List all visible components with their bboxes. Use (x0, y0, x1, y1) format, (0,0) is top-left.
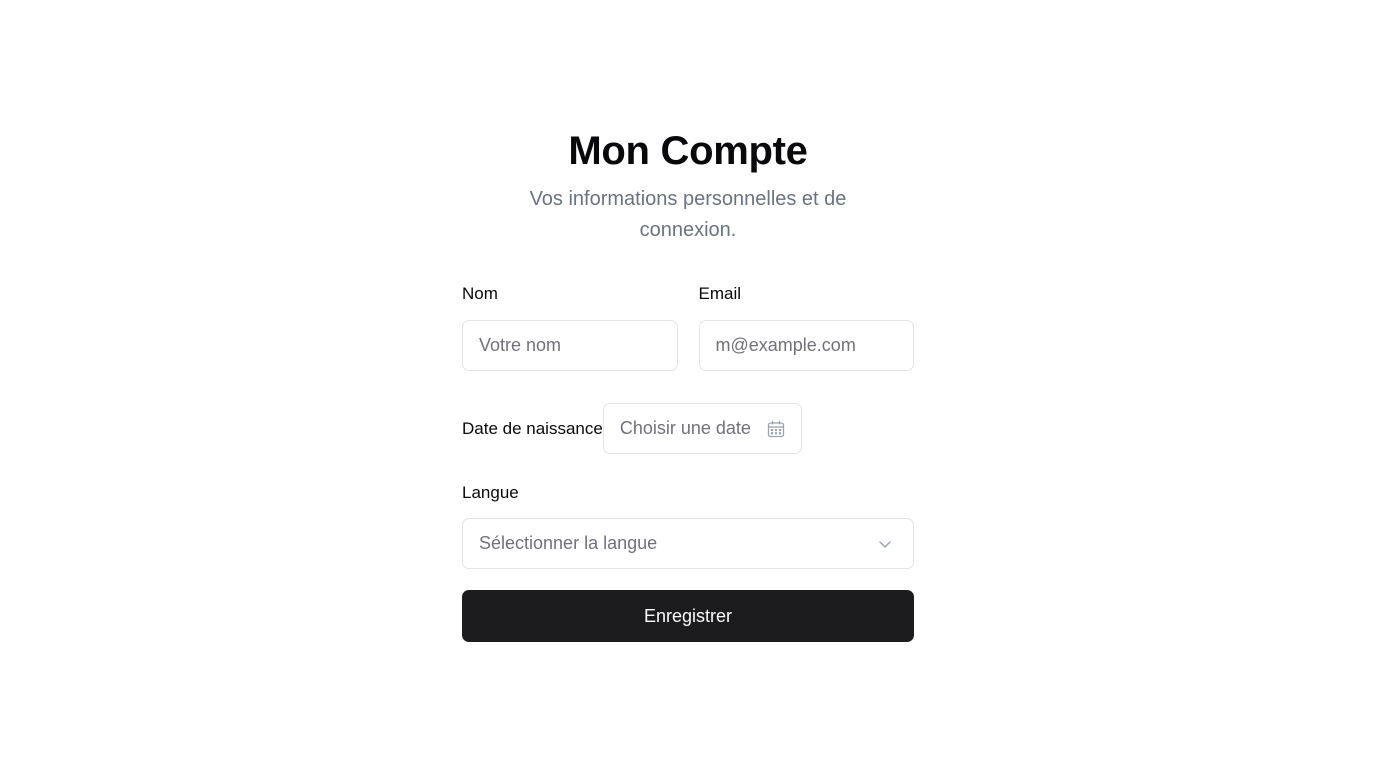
language-select[interactable]: Sélectionner la langue (462, 518, 914, 569)
name-field-group: Nom Votre nom (462, 283, 678, 371)
page-title: Mon Compte (568, 129, 808, 173)
birthdate-label: Date de naissance (462, 418, 603, 438)
chevron-down-icon (877, 536, 893, 552)
date-picker-button[interactable]: Choisir une date (602, 403, 802, 454)
calendar-icon (767, 420, 785, 438)
birthdate-row: Date de naissance Choisir une date (462, 403, 914, 454)
date-picker-text: Choisir une date (619, 418, 751, 438)
page-subtitle: Vos informations personnelles et de conn… (529, 188, 847, 241)
save-button[interactable]: Enregistrer (462, 590, 914, 642)
language-select-placeholder: Sélectionner la langue (479, 533, 658, 553)
name-input[interactable]: Votre nom (462, 320, 678, 371)
email-input[interactable]: m@example.com (698, 320, 914, 371)
name-email-row: Nom Votre nom Email m@example.com (462, 283, 914, 371)
language-label: Langue (462, 483, 519, 502)
email-label: Email (698, 284, 742, 303)
name-label: Nom (462, 284, 498, 303)
language-field-group: Langue Sélectionner la langue (462, 482, 914, 569)
card-header: Mon Compte Vos informations personnelles… (462, 126, 914, 246)
account-card: Mon Compte Vos informations personnelles… (462, 126, 914, 642)
email-field-group: Email m@example.com (698, 283, 914, 371)
